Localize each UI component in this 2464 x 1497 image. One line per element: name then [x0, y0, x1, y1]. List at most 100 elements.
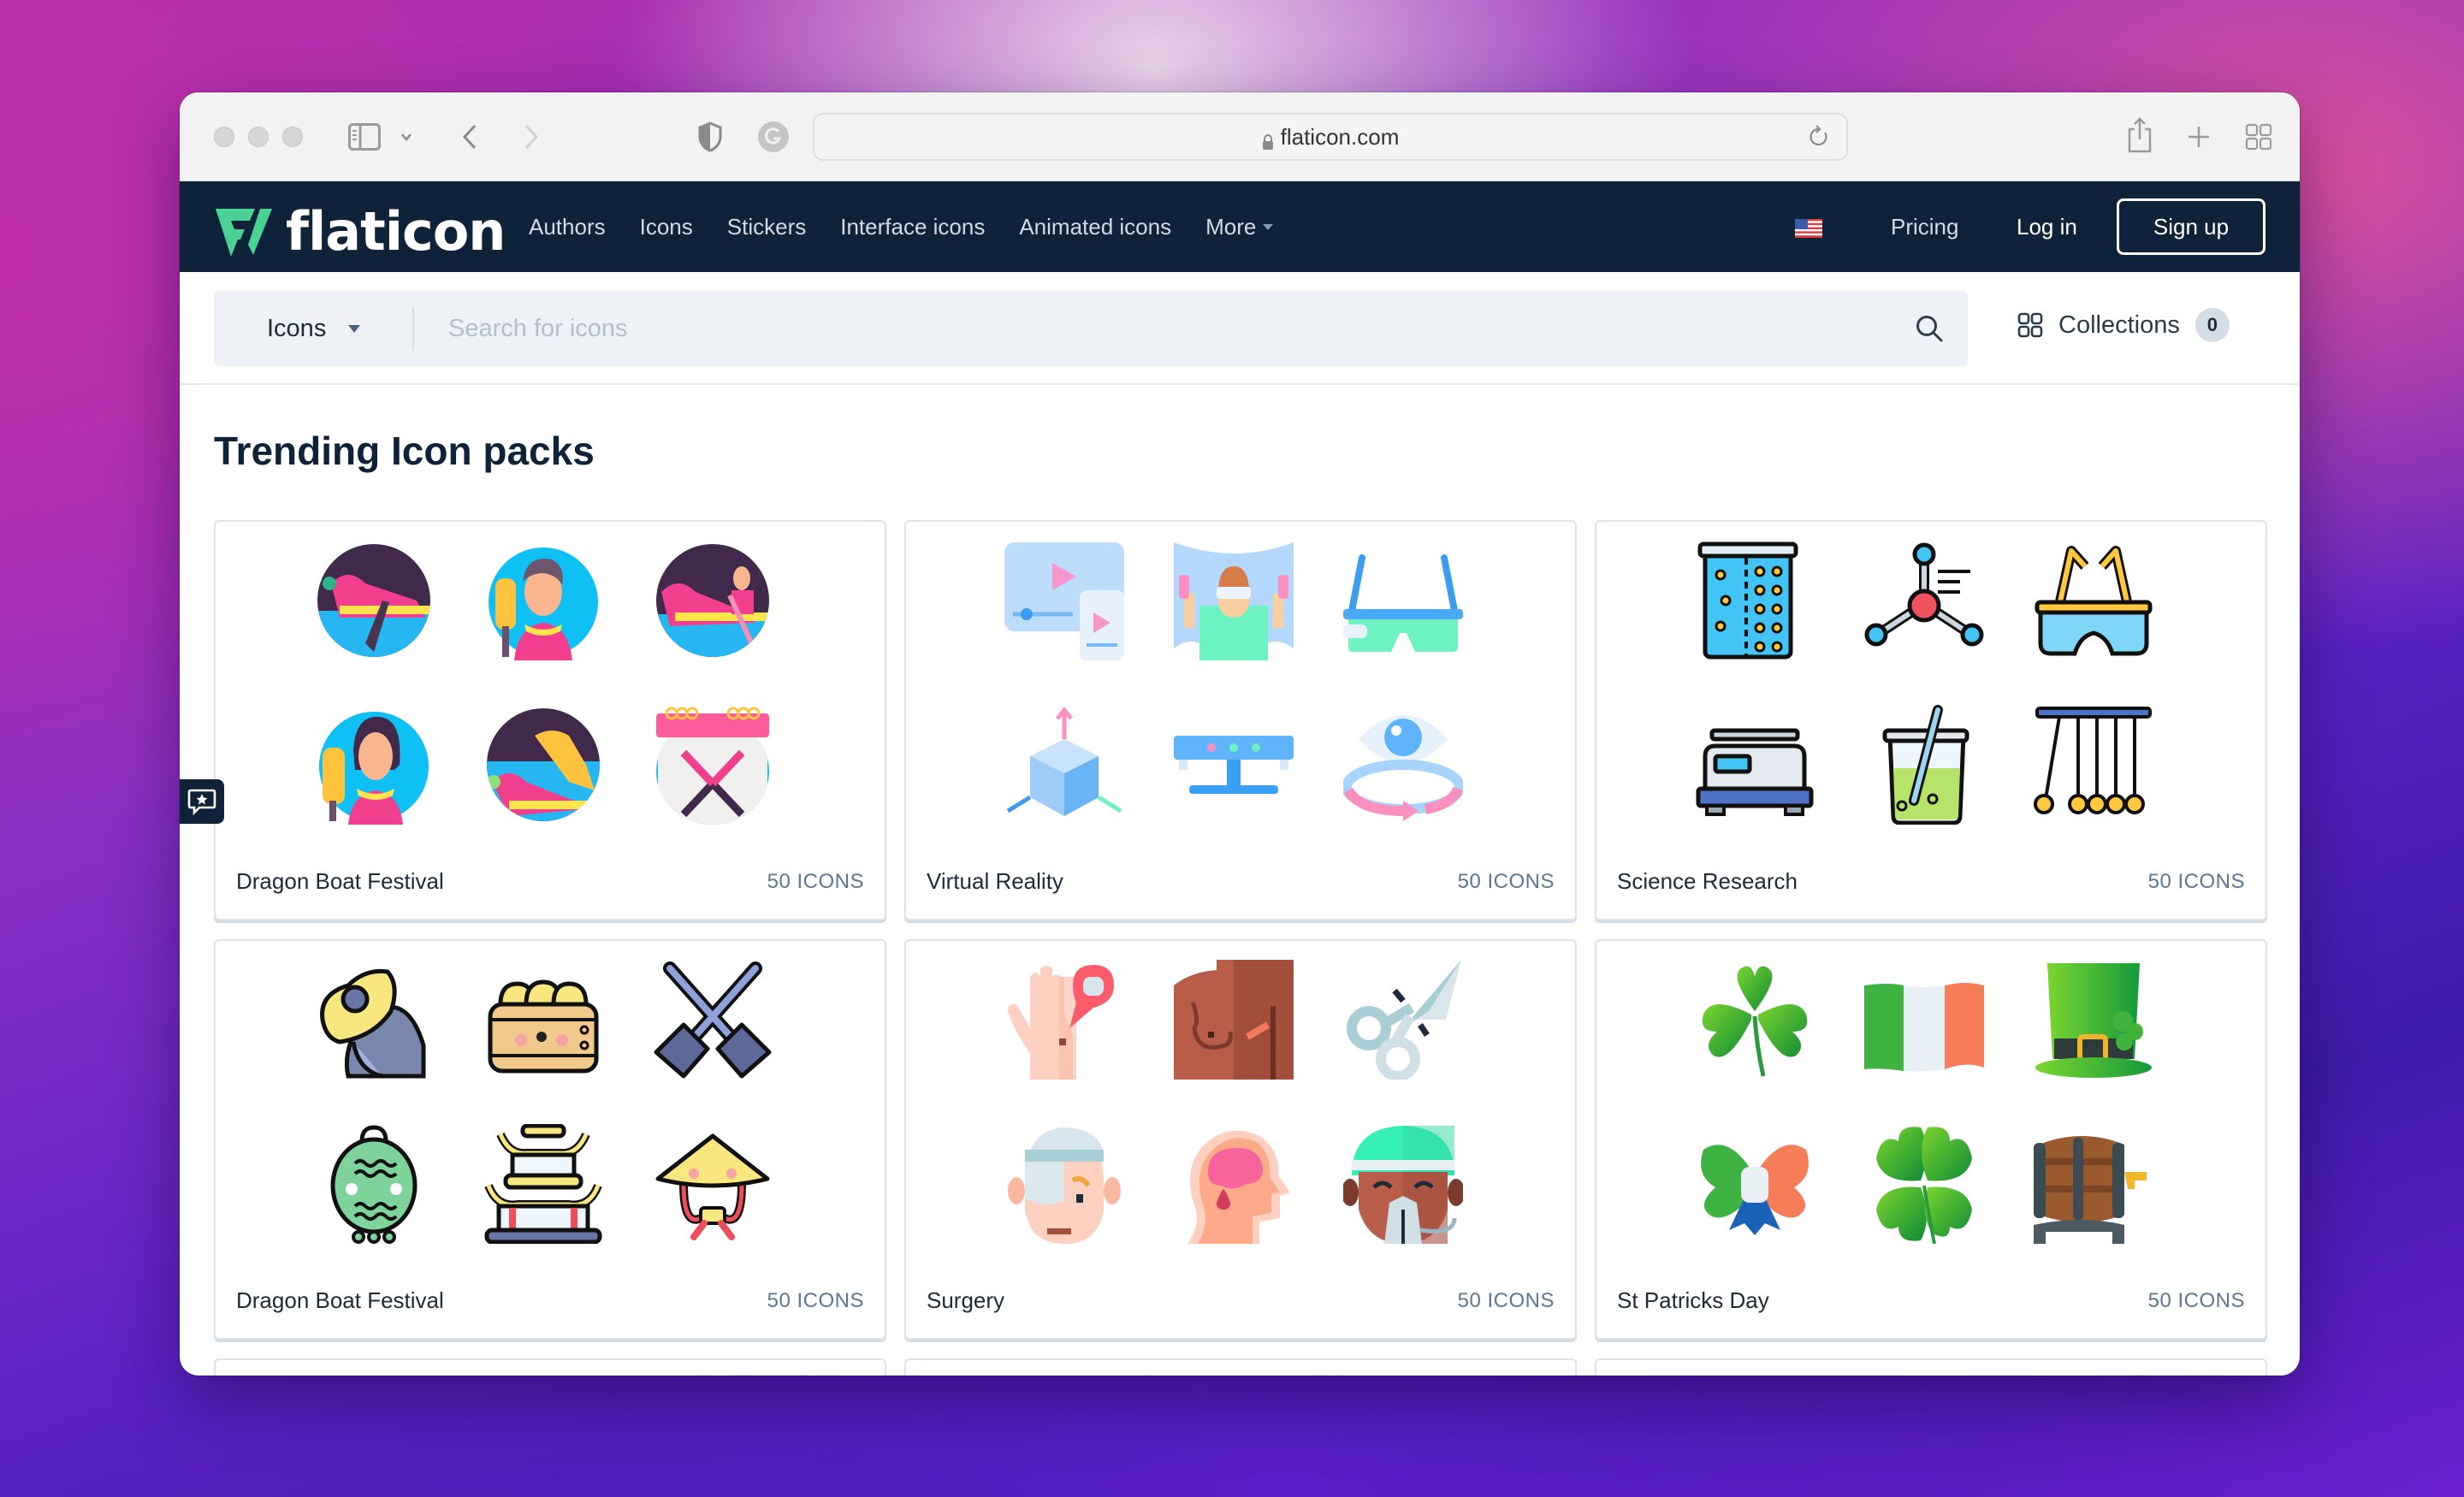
search-section: Icons Collections 0: [180, 272, 2300, 385]
breast-surgery-icon: [1174, 960, 1294, 1080]
pack-card[interactable]: Dragon Boat Festival 50 ICONS: [214, 939, 886, 1340]
crossed-paddles-icon: [653, 960, 773, 1080]
grammarly-icon[interactable]: [756, 120, 791, 154]
collections-grid-icon: [2017, 312, 2043, 338]
pack-preview: [1004, 960, 1480, 1263]
pack-card[interactable]: [214, 1358, 886, 1376]
nav-more-label: More: [1205, 213, 1257, 240]
pack-card-footer: Dragon Boat Festival 50 ICONS: [236, 868, 864, 895]
resource-type-select[interactable]: Icons: [214, 306, 414, 351]
pack-card[interactable]: Dragon Boat Festival 50 ICONS: [214, 520, 886, 920]
pack-count: 50 ICONS: [2147, 1288, 2245, 1312]
green-lantern-icon: [314, 1124, 434, 1244]
nav-stickers[interactable]: Stickers: [727, 214, 806, 240]
nav-interface-icons-label: Interface icons: [840, 213, 986, 240]
pack-card[interactable]: Science Research 50 ICONS: [1595, 520, 2267, 920]
pack-preview: [1695, 541, 2171, 843]
address-bar[interactable]: flaticon.com: [813, 113, 1848, 161]
nav-more[interactable]: More: [1205, 213, 1274, 240]
woman-with-paddle-icon: [314, 705, 434, 825]
nav-authors-label: Authors: [529, 213, 606, 240]
tricolor-bow-icon: [1695, 1124, 1815, 1244]
irish-flag-icon: [1864, 960, 1984, 1080]
surgeon-oxygen-mask-icon: [1343, 1124, 1463, 1244]
pack-title: Surgery: [927, 1287, 1005, 1313]
nav-animated-icons-label: Animated icons: [1019, 213, 1172, 240]
flaticon-logo-icon: [216, 208, 272, 257]
search-button[interactable]: [1891, 291, 1968, 366]
pack-count: 50 ICONS: [767, 869, 864, 893]
diffusion-container-icon: [1695, 541, 1815, 660]
zoom-window-button[interactable]: [282, 127, 303, 147]
collections-button[interactable]: Collections 0: [2017, 308, 2230, 342]
feedback-button[interactable]: [180, 779, 224, 824]
tab-overview-icon[interactable]: [2243, 121, 2274, 152]
3d-cube-axes-icon: [1004, 705, 1124, 825]
pack-card[interactable]: [904, 1358, 1577, 1376]
main-nav: Authors Icons Stickers Interface icons A…: [529, 181, 1274, 272]
resource-type-value: Icons: [267, 314, 327, 342]
newtons-cradle-icon: [2034, 705, 2153, 825]
dragon-boat-rower-icon: [314, 541, 434, 660]
pack-card[interactable]: Virtual Reality 50 ICONS: [904, 520, 1577, 920]
pack-card[interactable]: Surgery 50 ICONS: [904, 939, 1577, 1340]
pricing-link[interactable]: Pricing: [1891, 214, 1958, 240]
pack-preview: [314, 541, 790, 843]
chevron-down-icon[interactable]: [399, 130, 414, 144]
pack-card-footer: Science Research 50 ICONS: [1617, 868, 2245, 895]
nav-interface-icons[interactable]: Interface icons: [840, 214, 985, 240]
pack-count: 50 ICONS: [767, 1288, 864, 1312]
sidebar-icon[interactable]: [347, 121, 382, 152]
pack-preview: [314, 960, 790, 1263]
pack-card[interactable]: [1595, 1358, 2267, 1376]
window-controls: [214, 127, 303, 147]
search-input[interactable]: [414, 291, 1891, 366]
search-box: Icons: [214, 291, 1968, 366]
flaticon-logo[interactable]: flaticon: [214, 200, 506, 263]
video-player-mobile-icon: [1004, 541, 1124, 660]
vr-workout-icon: [1174, 541, 1294, 660]
360-eye-view-icon: [1343, 705, 1463, 825]
digital-scale-icon: [1695, 705, 1815, 825]
back-icon[interactable]: [459, 121, 481, 152]
pagoda-icon: [483, 1124, 603, 1244]
site-navbar: flaticon Authors Icons Stickers Interfac…: [180, 181, 2300, 272]
browser-window: flaticon.com flaticon Authors Icons Stic: [180, 92, 2300, 1376]
pack-preview: [1695, 960, 2171, 1263]
main-content: Trending Icon packs Dragon Boat Festival…: [180, 385, 2300, 1376]
collections-label: Collections: [2058, 311, 2180, 339]
new-tab-icon[interactable]: [2185, 123, 2212, 151]
nav-stickers-label: Stickers: [726, 213, 807, 240]
close-window-button[interactable]: [214, 127, 234, 147]
pack-card-footer: St Patricks Day 50 ICONS: [1617, 1287, 2245, 1314]
browser-toolbar: flaticon.com: [180, 92, 2300, 181]
login-link[interactable]: Log in: [2017, 214, 2077, 240]
pack-title: Virtual Reality: [927, 868, 1063, 894]
pack-title: Dragon Boat Festival: [236, 868, 444, 894]
beer-barrel-icon: [2034, 1124, 2153, 1244]
pack-count: 50 ICONS: [2147, 869, 2245, 893]
pack-card-footer: Dragon Boat Festival 50 ICONS: [236, 1287, 864, 1314]
nav-animated-icons[interactable]: Animated icons: [1019, 214, 1171, 240]
calendar-crossed-paddles-icon: [653, 705, 773, 825]
icon-packs-grid: Dragon Boat Festival 50 ICONS Virtual Re…: [214, 520, 2267, 1340]
minimize-window-button[interactable]: [248, 127, 269, 147]
shield-icon[interactable]: [696, 120, 724, 154]
feedback-star-icon: [187, 789, 216, 815]
forward-icon[interactable]: [520, 121, 542, 152]
brand-name: flaticon: [286, 200, 506, 263]
pack-title: St Patricks Day: [1617, 1287, 1769, 1313]
icon-packs-next-row: [214, 1358, 2267, 1376]
leprechaun-hat-icon: [2034, 960, 2153, 1080]
pack-card[interactable]: St Patricks Day 50 ICONS: [1595, 939, 2267, 1340]
smart-glasses-icon: [1343, 541, 1463, 660]
share-icon[interactable]: [2125, 116, 2154, 154]
reload-icon[interactable]: [1809, 125, 1829, 155]
nav-authors[interactable]: Authors: [529, 214, 606, 240]
woman-rowing-boat-icon: [653, 541, 773, 660]
signup-button[interactable]: Sign up: [2117, 198, 2266, 255]
safety-goggles-icon: [2034, 541, 2153, 660]
four-leaf-clover-icon: [1864, 1124, 1984, 1244]
us-flag-icon[interactable]: [1795, 219, 1822, 238]
nav-icons[interactable]: Icons: [640, 214, 693, 240]
